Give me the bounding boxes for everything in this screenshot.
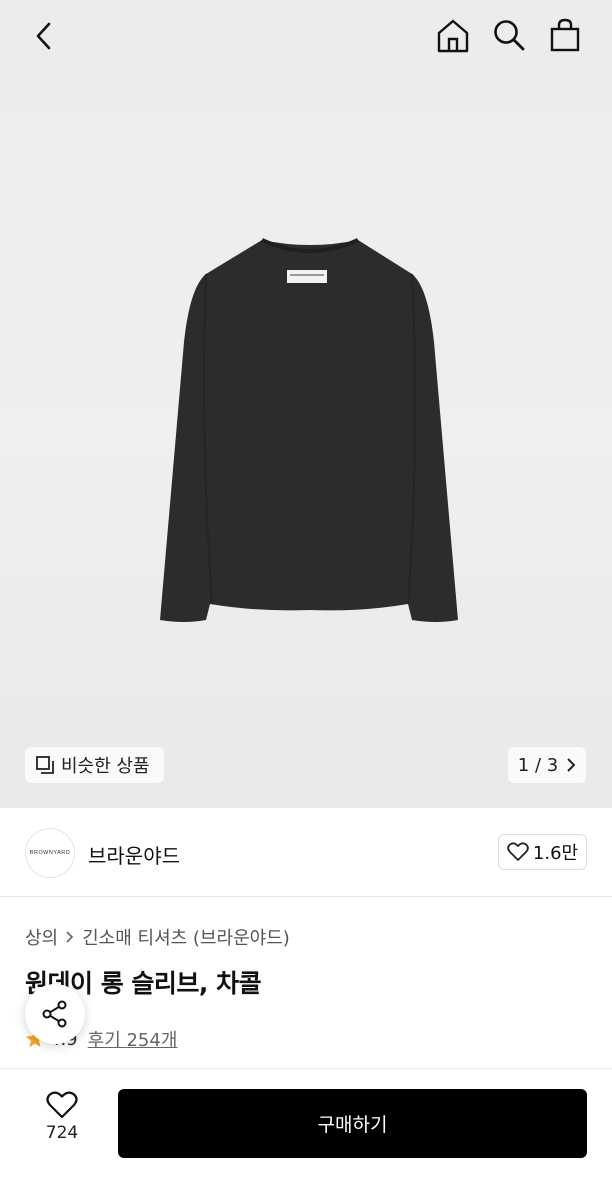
page-indicator-text: 1 / 3 — [517, 754, 559, 776]
brand-logo-text: BROWNYARD — [29, 850, 71, 856]
similar-products-button[interactable]: 비슷한 상품 — [25, 747, 164, 783]
chevron-right-icon — [66, 931, 74, 943]
shopping-bag-button[interactable] — [543, 13, 587, 57]
wishlist-button[interactable]: 724 — [30, 1091, 94, 1157]
wishlist-count: 724 — [45, 1123, 79, 1143]
brand-like-count: 1.6만 — [532, 843, 579, 864]
chevron-right-icon — [567, 758, 576, 772]
similar-products-label: 비슷한 상품 — [61, 756, 150, 777]
chevron-left-icon — [36, 22, 51, 50]
search-button[interactable] — [487, 13, 531, 57]
bottom-action-bar: 724 구매하기 — [0, 1068, 612, 1200]
breadcrumb-category[interactable]: 상의 — [25, 924, 58, 950]
shopping-bag-icon — [550, 18, 580, 52]
reviews-link[interactable]: 후기 254개 — [88, 1026, 178, 1052]
home-button[interactable] — [431, 14, 475, 58]
back-button[interactable] — [22, 14, 66, 58]
similar-icon — [36, 756, 54, 774]
share-icon — [42, 1000, 67, 1028]
buy-button[interactable]: 구매하기 — [118, 1089, 587, 1158]
heart-icon — [507, 842, 529, 861]
product-photo — [160, 238, 458, 622]
brand-name[interactable]: 브라운야드 — [88, 840, 180, 869]
home-icon — [437, 19, 469, 53]
brand-like-button[interactable]: 1.6만 — [498, 834, 587, 870]
share-button[interactable] — [25, 984, 85, 1044]
product-image-gallery[interactable]: 비슷한 상품 1 / 3 — [0, 0, 612, 808]
breadcrumb-subcategory[interactable]: 긴소매 티셔츠 (브라운야드) — [82, 924, 290, 950]
brand-row: BROWNYARD 브라운야드 1.6만 — [0, 808, 612, 897]
brand-logo[interactable]: BROWNYARD — [25, 828, 75, 878]
top-navigation-bar — [0, 0, 612, 72]
breadcrumb: 상의 긴소매 티셔츠 (브라운야드) — [25, 924, 290, 950]
heart-icon — [46, 1091, 78, 1119]
image-page-indicator[interactable]: 1 / 3 — [508, 747, 586, 783]
search-icon — [494, 20, 525, 51]
